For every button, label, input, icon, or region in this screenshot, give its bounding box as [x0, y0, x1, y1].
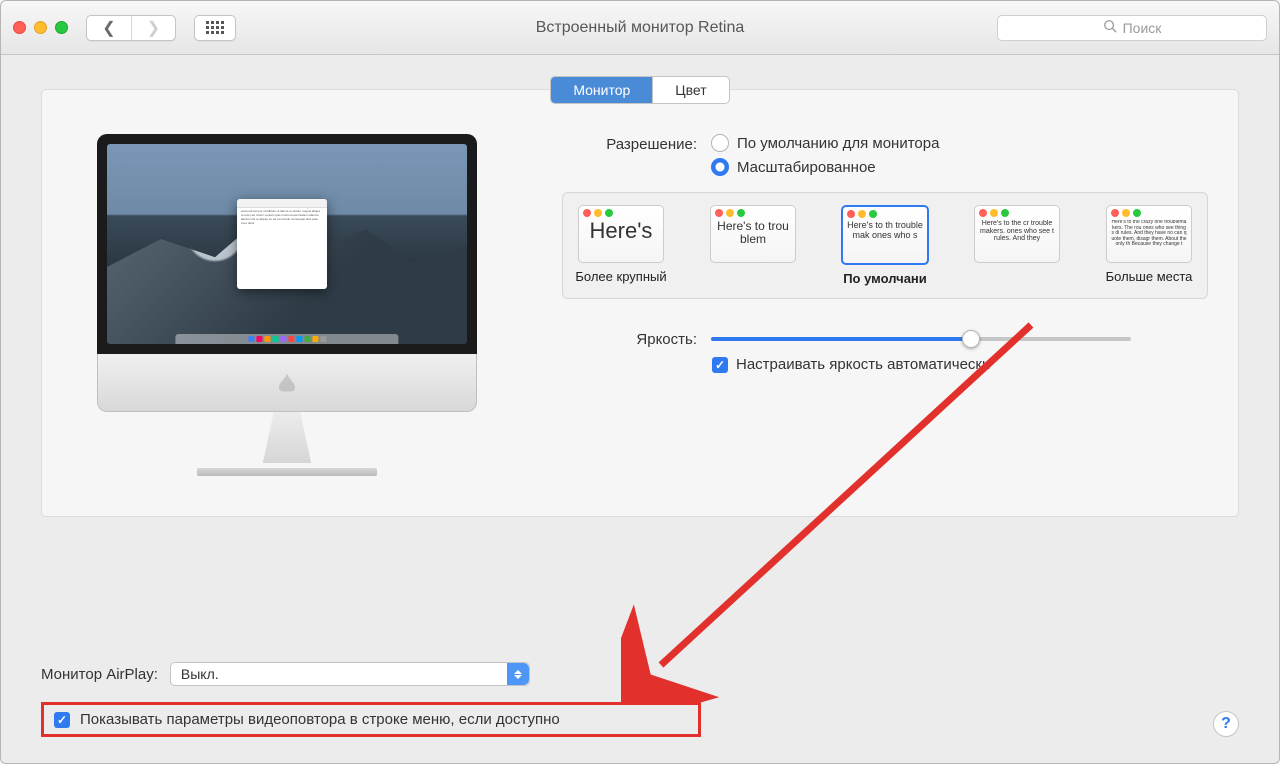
select-arrows-icon [507, 663, 529, 685]
forward-button[interactable]: ❯ [131, 16, 175, 40]
settings-panel: Монитор Цвет Lorem ipsum dolor sit amet … [41, 89, 1239, 517]
show-mirroring-checkbox[interactable]: Показывать параметры видеоповтора в стро… [41, 702, 701, 737]
titlebar: ❮ ❯ Встроенный монитор Retina Поиск [1, 1, 1279, 55]
checkbox-icon [54, 712, 70, 728]
brightness-slider[interactable] [711, 337, 1131, 341]
scale-option-larger-text[interactable]: Here's Более крупный [575, 205, 667, 286]
close-window-button[interactable] [13, 21, 26, 34]
airplay-select[interactable]: Выкл. [170, 662, 530, 686]
preferences-window: ❮ ❯ Встроенный монитор Retina Поиск [0, 0, 1280, 764]
tab-color[interactable]: Цвет [652, 77, 728, 103]
tab-display[interactable]: Монитор [551, 77, 652, 103]
resolution-default-radio[interactable]: По умолчанию для монитора [711, 134, 939, 152]
scale-options-box: Here's Более крупный Here's to troublem … [562, 192, 1208, 299]
back-button[interactable]: ❮ [87, 16, 131, 40]
search-placeholder: Поиск [1123, 20, 1162, 36]
resolution-label: Разрешение: [562, 134, 697, 153]
brightness-label: Яркость: [562, 329, 697, 348]
minimize-window-button[interactable] [34, 21, 47, 34]
airplay-label: Монитор AirPlay: [41, 666, 158, 683]
zoom-window-button[interactable] [55, 21, 68, 34]
radio-label: Масштабированное [737, 159, 876, 176]
tab-group: Монитор Цвет [550, 76, 729, 104]
scale-option-2[interactable]: Here's to troublem [707, 205, 799, 286]
monitor-illustration: Lorem ipsum dolor sit amet consectetur a… [97, 134, 477, 476]
search-icon [1103, 19, 1117, 36]
airplay-value: Выкл. [181, 666, 219, 682]
nav-segment: ❮ ❯ [86, 15, 176, 41]
checkbox-icon [712, 357, 728, 373]
scale-option-more-space[interactable]: Here's to the crazy one troublemakers. T… [1103, 205, 1195, 286]
radio-label: По умолчанию для монитора [737, 135, 939, 152]
search-field[interactable]: Поиск [997, 15, 1267, 41]
show-all-button[interactable] [194, 15, 236, 41]
resolution-scaled-radio[interactable]: Масштабированное [711, 158, 939, 176]
chevron-right-icon: ❯ [147, 18, 160, 38]
scale-option-default[interactable]: Here's to th troublemak ones who s По ум… [839, 205, 931, 286]
scale-option-4[interactable]: Here's to the cr troublemakers. ones who… [971, 205, 1063, 286]
chevron-left-icon: ❮ [102, 18, 115, 38]
help-button[interactable]: ? [1213, 711, 1239, 737]
checkbox-label: Показывать параметры видеоповтора в стро… [80, 711, 560, 728]
auto-brightness-checkbox[interactable]: Настраивать яркость автоматически [712, 356, 990, 373]
radio-icon [711, 158, 729, 176]
window-controls [13, 21, 68, 34]
grid-icon [206, 21, 224, 34]
checkbox-label: Настраивать яркость автоматически [736, 356, 990, 373]
radio-icon [711, 134, 729, 152]
